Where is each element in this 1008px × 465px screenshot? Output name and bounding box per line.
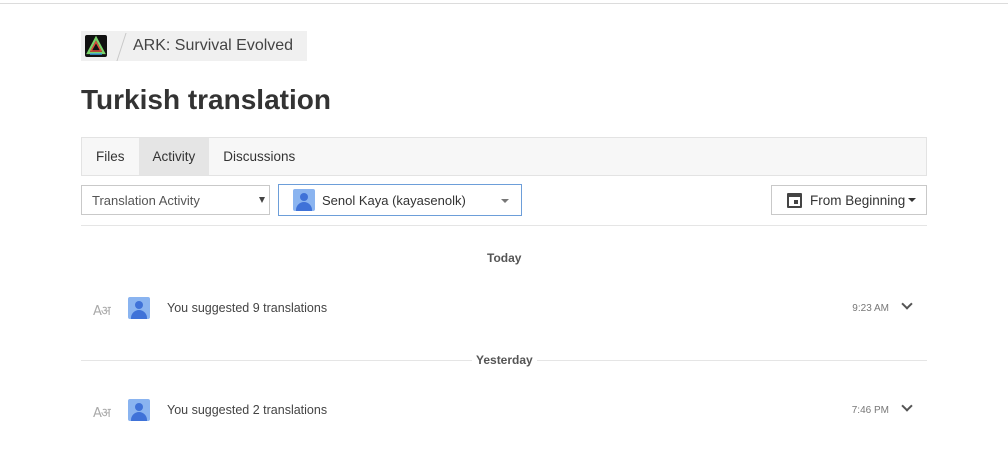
activity-type-select[interactable]: Translation Activity	[81, 185, 270, 215]
activity-time: 7:46 PM	[851, 405, 889, 416]
page-title: Turkish translation	[81, 84, 331, 115]
day-label-today: Today	[483, 251, 526, 265]
chevron-down-icon[interactable]	[901, 298, 913, 310]
activity-text: You suggested 2 translations	[167, 403, 328, 417]
activity-item[interactable]: Aअ You suggested 2 translations 7:46 PM	[81, 399, 927, 423]
user-avatar-icon	[128, 297, 150, 319]
user-filter-value: Senol Kaya (kayasenolk)	[322, 192, 466, 208]
tab-files[interactable]: Files	[82, 138, 139, 175]
user-avatar-icon	[293, 189, 315, 211]
tab-bar: Files Activity Discussions	[81, 137, 927, 176]
day-label-yesterday: Yesterday	[472, 353, 537, 367]
caret-down-icon	[908, 198, 917, 202]
top-border	[0, 3, 1008, 4]
breadcrumb-project-link[interactable]: ARK: Survival Evolved	[133, 37, 293, 55]
tab-activity[interactable]: Activity	[138, 138, 210, 175]
activity-type-value: Translation Activity	[92, 192, 200, 208]
translate-icon: Aअ	[93, 406, 111, 421]
activity-item[interactable]: Aअ You suggested 9 translations 9:23 AM	[81, 297, 927, 321]
date-range-label: From Beginning	[810, 192, 906, 208]
activity-text: You suggested 9 translations	[167, 301, 328, 315]
filters-divider	[81, 225, 927, 226]
user-filter-select[interactable]: Senol Kaya (kayasenolk)	[278, 184, 522, 216]
breadcrumb: ARK: Survival Evolved	[81, 31, 307, 61]
date-range-button[interactable]: From Beginning	[771, 185, 927, 215]
calendar-icon	[787, 192, 802, 208]
chevron-down-icon[interactable]	[901, 400, 913, 412]
caret-down-icon	[259, 197, 265, 203]
activity-time: 9:23 AM	[852, 303, 889, 314]
translate-icon: Aअ	[93, 304, 111, 319]
tab-discussions[interactable]: Discussions	[209, 138, 309, 175]
breadcrumb-separator	[115, 31, 129, 61]
ark-logo-icon[interactable]	[85, 35, 107, 57]
user-avatar-icon	[128, 399, 150, 421]
caret-down-icon	[501, 199, 509, 203]
